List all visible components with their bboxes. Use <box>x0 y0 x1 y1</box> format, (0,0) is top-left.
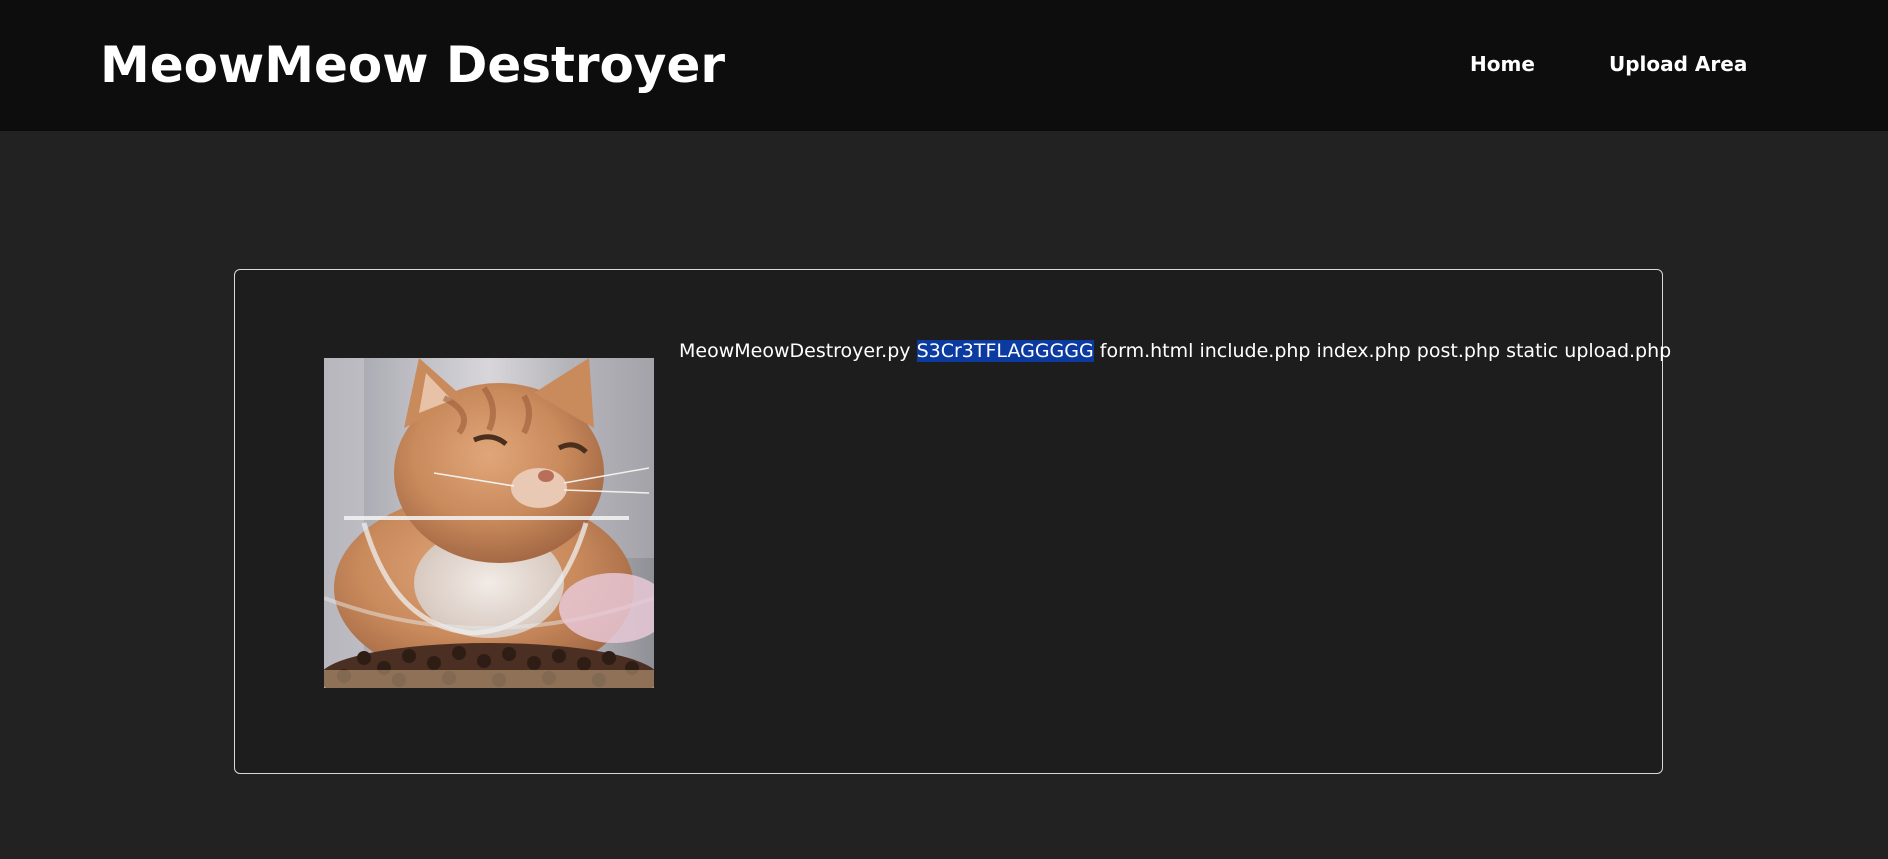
content-panel: MeowMeowDestroyer.py S3Cr3TFLAGGGGG form… <box>234 269 1671 774</box>
site-title: MeowMeow Destroyer <box>100 36 726 94</box>
cat-photo <box>324 358 654 688</box>
file-entry: static <box>1506 340 1559 362</box>
file-entry: MeowMeowDestroyer.py <box>679 340 911 362</box>
file-entry: form.html <box>1099 340 1194 362</box>
file-entry: index.php <box>1316 340 1411 362</box>
file-entry: post.php <box>1416 340 1501 362</box>
file-entry: upload.php <box>1564 340 1672 362</box>
file-entry: include.php <box>1199 340 1311 362</box>
file-listing: MeowMeowDestroyer.py S3Cr3TFLAGGGGG form… <box>679 337 1671 365</box>
site-header: MeowMeow Destroyer Home Upload Area <box>0 0 1888 131</box>
nav-link-home[interactable]: Home <box>1470 50 1535 78</box>
file-entry-selected: S3Cr3TFLAGGGGG <box>916 340 1094 362</box>
nav-link-upload-area[interactable]: Upload Area <box>1609 50 1747 78</box>
